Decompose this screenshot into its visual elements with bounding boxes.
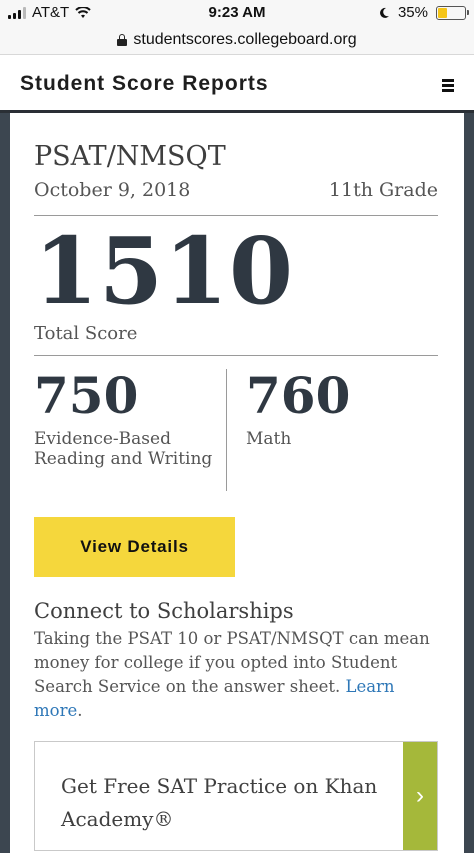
view-details-button[interactable]: View Details [34,517,235,577]
left-gutter [0,113,10,843]
section-score-value: 750 [34,366,139,425]
scholarships-title: Connect to Scholarships [34,599,294,623]
section-score-label: Evidence-Based Reading and Writing [34,429,213,469]
grade-label: 11th Grade [328,179,438,201]
scholarships-text: Taking the PSAT 10 or PSAT/NMSQT can mea… [34,627,439,723]
total-score-label: Total Score [34,323,138,344]
hamburger-menu-icon[interactable] [442,79,454,92]
url-text: studentscores.collegeboard.org [133,31,357,48]
divider [34,355,438,356]
section-score-math: 760 Math [246,366,436,450]
section-score-label: Math [246,429,292,449]
total-score: 1510 [34,217,295,325]
score-card: PSAT/NMSQT October 9, 2018 11th Grade 15… [10,113,464,853]
battery-fill [438,7,447,18]
test-name: PSAT/NMSQT [34,141,226,172]
status-bar: AT&T 9:23 AM 35% [0,0,474,26]
site-header: Student Score Reports [0,55,474,113]
battery-percent: 35% [397,4,428,21]
section-score-erw: 750 Evidence-Based Reading and Writing [34,366,224,470]
battery-icon [436,5,469,20]
right-gutter [464,113,474,843]
site-title[interactable]: Student Score Reports [20,72,269,96]
khan-academy-banner[interactable]: Get Free SAT Practice on Khan Academy® › [34,741,438,851]
test-date: October 9, 2018 [34,179,191,201]
khan-academy-text: Get Free SAT Practice on Khan Academy® [61,774,378,831]
chevron-right-icon[interactable]: › [403,742,437,850]
vertical-divider [226,369,227,491]
section-score-value: 760 [246,366,351,425]
address-bar[interactable]: studentscores.collegeboard.org [0,26,474,55]
divider [34,215,438,216]
moon-icon [380,7,389,18]
status-right: 35% [378,4,469,21]
link-period: . [77,701,83,720]
lock-icon [117,34,128,46]
